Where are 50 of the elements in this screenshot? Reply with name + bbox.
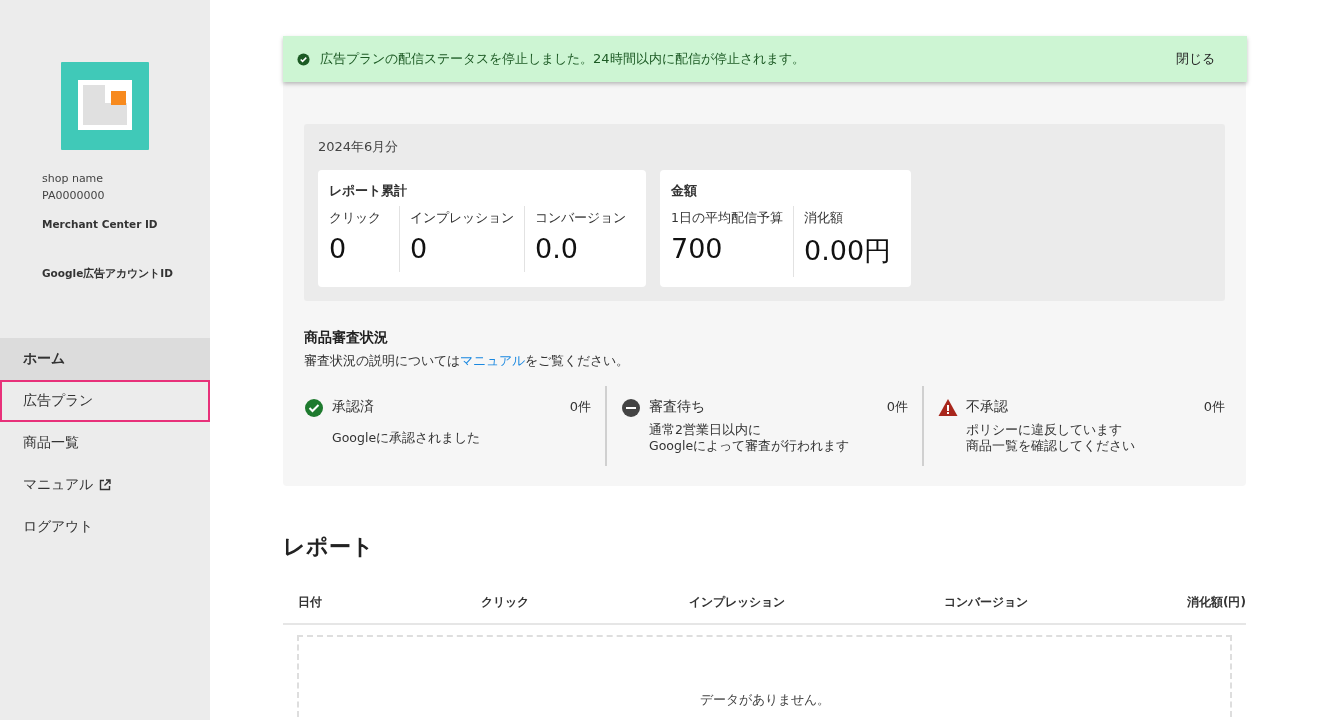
nav-item[interactable]: ログアウト xyxy=(0,506,210,548)
minus-circle-icon xyxy=(621,398,641,418)
shop-logo-icon xyxy=(61,62,149,150)
google-ads-label: Google広告アカウントID xyxy=(42,266,174,281)
column-header: 消化額(円) xyxy=(1187,594,1246,611)
nav-item[interactable]: 広告プラン xyxy=(0,380,210,422)
review-description: 通常2営業日以内に xyxy=(649,422,762,438)
toast-message: 広告プランの配信ステータスを停止しました。24時間以内に配信が停止されます。 xyxy=(320,50,806,68)
manual-link[interactable]: マニュアル xyxy=(460,353,525,368)
review-description: Googleに承認されました xyxy=(332,430,482,446)
review-note: 審査状況の説明についてはマニュアルをご覧ください。 xyxy=(304,353,630,370)
warning-icon xyxy=(938,398,958,418)
check-circle-icon xyxy=(297,52,310,66)
metric-label: コンバージョン xyxy=(535,210,626,227)
nav-item[interactable]: マニュアル xyxy=(0,464,210,506)
column-header: クリック xyxy=(481,594,530,611)
metric-value: 700 xyxy=(671,233,724,264)
nav-item[interactable]: ホーム xyxy=(0,338,210,380)
metric-label: クリック xyxy=(329,210,382,227)
shop-id: PA0000000 xyxy=(42,188,106,204)
review-count: 0件 xyxy=(1203,398,1225,416)
column-header: 日付 xyxy=(298,594,322,611)
metric-value: 0.0 xyxy=(535,233,579,264)
empty-message: データがありません。 xyxy=(699,691,830,709)
merchant-center-label: Merchant Center ID xyxy=(42,217,159,232)
close-button[interactable]: 閉じる xyxy=(1170,49,1221,69)
period-label: 2024年6月分 xyxy=(318,138,400,156)
metric-value: 0 xyxy=(410,233,429,264)
report-title: レポート xyxy=(283,533,375,561)
card-title: レポート累計 xyxy=(329,182,408,200)
review-status-label: 不承認 xyxy=(966,398,1009,416)
shop-name: shop name xyxy=(42,171,105,187)
review-title: 商品審査状況 xyxy=(304,329,389,347)
column-header: インプレッション xyxy=(688,594,785,611)
review-description: ポリシーに違反しています xyxy=(966,422,1123,438)
review-description: 商品一覧を確認してください xyxy=(966,438,1136,454)
review-count: 0件 xyxy=(886,398,908,416)
review-count: 0件 xyxy=(569,398,591,416)
metric-label: 消化額 xyxy=(803,210,844,227)
check-circle-icon xyxy=(304,398,324,418)
review-description: Googleによって審査が行われます xyxy=(649,438,851,454)
metric-value: 0.00円 xyxy=(803,234,892,268)
metric-label: インプレッション xyxy=(410,210,514,227)
column-header: コンバージョン xyxy=(943,594,1028,611)
review-status-label: 審査待ち xyxy=(649,398,706,416)
review-status-label: 承認済 xyxy=(332,398,375,416)
card-title: 金額 xyxy=(671,182,698,200)
metric-value: 0 xyxy=(329,233,348,264)
metric-label: 1日の平均配信予算 xyxy=(671,210,783,227)
nav-item[interactable]: 商品一覧 xyxy=(0,422,210,464)
